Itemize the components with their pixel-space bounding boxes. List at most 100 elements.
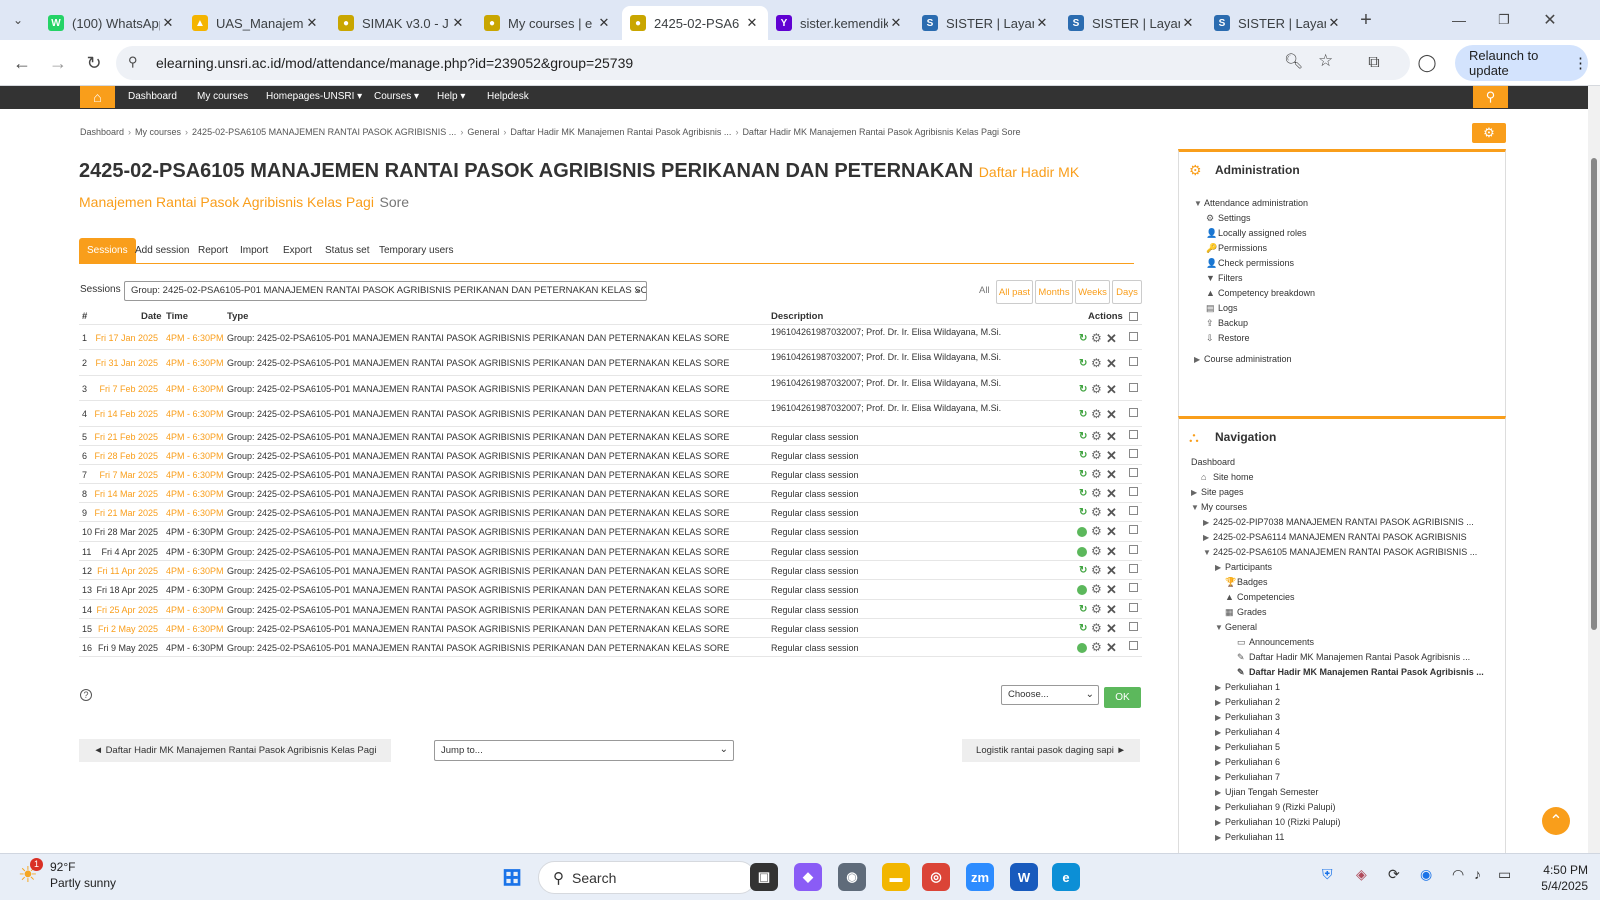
close-tab-icon[interactable]: ✕ xyxy=(1180,15,1196,31)
row-time[interactable]: 4PM - 6:30PM xyxy=(166,489,224,499)
close-tab-icon[interactable]: ✕ xyxy=(888,15,904,31)
nav-item[interactable]: Dashboard xyxy=(1191,457,1235,467)
browser-tab[interactable]: S SISTER | Layan ✕ xyxy=(1060,6,1204,40)
breadcrumb-item[interactable]: Daftar Hadir MK Manajemen Rantai Pasok A… xyxy=(510,127,731,137)
row-time[interactable]: 4PM - 6:30PM xyxy=(166,432,224,442)
camera-icon[interactable]: ◉ xyxy=(838,863,866,891)
delete-session-icon[interactable]: ✕ xyxy=(1106,563,1117,579)
row-time[interactable]: 4PM - 6:30PM xyxy=(166,624,224,634)
security-icon[interactable]: ⛨ xyxy=(1322,866,1333,883)
nav-item[interactable]: ▶ Participants xyxy=(1215,562,1272,572)
change-attendance-icon[interactable]: ↻ xyxy=(1079,507,1087,518)
delete-session-icon[interactable]: ✕ xyxy=(1106,467,1117,483)
row-checkbox[interactable] xyxy=(1129,468,1138,477)
delete-session-icon[interactable]: ✕ xyxy=(1106,448,1117,464)
nav-item[interactable]: ▶ Site pages xyxy=(1191,487,1244,497)
admin-item-locally-assigned-roles[interactable]: 👤Locally assigned roles xyxy=(1206,228,1307,239)
change-attendance-icon[interactable]: ↻ xyxy=(1079,565,1087,576)
change-attendance-icon[interactable]: ↻ xyxy=(1079,409,1087,420)
nav-item[interactable]: ▲ Competencies xyxy=(1215,592,1295,602)
row-checkbox[interactable] xyxy=(1129,641,1138,650)
close-tab-icon[interactable]: ✕ xyxy=(1326,15,1342,31)
nav-helpdesk[interactable]: Helpdesk xyxy=(487,91,529,102)
speaker-icon[interactable]: ♪ xyxy=(1474,866,1481,882)
breadcrumb-item[interactable]: General xyxy=(467,127,499,137)
nav-item[interactable]: ▭ Announcements xyxy=(1227,637,1314,648)
close-tab-icon[interactable]: ✕ xyxy=(1034,15,1050,31)
nav-item[interactable]: ▼ My courses xyxy=(1191,502,1247,512)
tab-search-icon[interactable]: ⌄ xyxy=(4,6,32,34)
taskbar-search[interactable]: ⚲ Search xyxy=(538,861,756,894)
admin-item-filters[interactable]: ▼ Filters xyxy=(1206,273,1243,283)
edit-session-gear-icon[interactable]: ⚙ xyxy=(1091,486,1102,500)
nav-homepages-unsri[interactable]: Homepages-UNSRI ▾ xyxy=(266,91,362,102)
delete-session-icon[interactable]: ✕ xyxy=(1106,621,1117,637)
new-tab-button[interactable]: + xyxy=(1352,6,1380,34)
close-window-button[interactable]: ✕ xyxy=(1536,6,1564,34)
nav-item[interactable]: ▶ Ujian Tengah Semester xyxy=(1215,787,1318,797)
nav-item[interactable]: ▶ Perkuliahan 10 (Rizki Palupi) xyxy=(1215,817,1341,827)
relaunch-button[interactable]: Relaunch to update ⋮ xyxy=(1455,45,1588,81)
zoom-icon[interactable]: 🔍︎ xyxy=(1284,52,1303,70)
tab-temporary-users[interactable]: Temporary users xyxy=(371,238,461,263)
row-time[interactable]: 4PM - 6:30PM xyxy=(166,409,224,419)
admin-item-logs[interactable]: ▤ Logs xyxy=(1206,303,1238,314)
next-activity-link[interactable]: Logistik rantai pasok daging sapi ► xyxy=(962,739,1140,762)
edge-icon[interactable]: e xyxy=(1052,863,1080,891)
row-checkbox[interactable] xyxy=(1129,357,1138,366)
nav-dashboard[interactable]: Dashboard xyxy=(128,91,177,102)
prev-activity-link[interactable]: ◄ Daftar Hadir MK Manajemen Rantai Pasok… xyxy=(79,739,391,762)
row-checkbox[interactable] xyxy=(1129,525,1138,534)
delete-session-icon[interactable]: ✕ xyxy=(1106,582,1117,598)
nav-courses[interactable]: Courses ▾ xyxy=(374,91,419,102)
profile-icon[interactable]: ◯ xyxy=(1413,49,1441,77)
row-time[interactable]: 4PM - 6:30PM xyxy=(166,384,224,394)
admin-item-settings[interactable]: ⚙ Settings xyxy=(1206,213,1251,224)
close-tab-icon[interactable]: ✕ xyxy=(160,15,176,31)
row-checkbox[interactable] xyxy=(1129,545,1138,554)
nav-my-courses[interactable]: My courses xyxy=(197,91,248,102)
edit-session-gear-icon[interactable]: ⚙ xyxy=(1091,563,1102,577)
edit-session-gear-icon[interactable]: ⚙ xyxy=(1091,602,1102,616)
minimize-button[interactable]: — xyxy=(1445,6,1473,34)
change-attendance-icon[interactable]: ↻ xyxy=(1079,623,1087,634)
site-info-icon[interactable]: ⚲ xyxy=(128,54,138,70)
nav-item[interactable]: ▶ Perkuliahan 7 xyxy=(1215,772,1280,782)
row-date[interactable]: Fri 28 Feb 2025 xyxy=(94,451,158,461)
taskbar-clock[interactable]: 4:50 PM 5/4/2025 xyxy=(1533,862,1588,894)
row-time[interactable]: 4PM - 6:30PM xyxy=(166,566,224,576)
take-attendance-icon[interactable] xyxy=(1077,527,1087,537)
select-all-checkbox[interactable] xyxy=(1129,312,1138,321)
nav-item[interactable]: ▶ 2425-02-PSA6114 MANAJEMEN RANTAI PASOK … xyxy=(1203,532,1467,542)
row-date[interactable]: Fri 21 Feb 2025 xyxy=(94,432,158,442)
change-attendance-icon[interactable]: ↻ xyxy=(1079,488,1087,499)
tab-status-set[interactable]: Status set xyxy=(317,238,377,263)
site-search-icon[interactable]: ⚲ xyxy=(1473,86,1508,108)
copilot-icon[interactable]: ◆ xyxy=(794,863,822,891)
change-attendance-icon[interactable]: ↻ xyxy=(1079,604,1087,615)
jump-to-select[interactable]: Jump to... ⌄ xyxy=(434,740,734,761)
take-attendance-icon[interactable] xyxy=(1077,643,1087,653)
admin-item-check-permissions[interactable]: 👤Check permissions xyxy=(1206,258,1294,269)
delete-session-icon[interactable]: ✕ xyxy=(1106,382,1117,398)
file-explorer-icon[interactable]: ▬ xyxy=(882,863,910,891)
sessions-group-select[interactable]: Group: 2425-02-PSA6105-P01 MANAJEMEN RAN… xyxy=(124,281,647,301)
delete-session-icon[interactable]: ✕ xyxy=(1106,429,1117,445)
row-time[interactable]: 4PM - 6:30PM xyxy=(166,605,224,615)
row-checkbox[interactable] xyxy=(1129,487,1138,496)
browser-tab[interactable]: ● SIMAK v3.0 - J ✕ xyxy=(330,6,474,40)
change-attendance-icon[interactable]: ↻ xyxy=(1079,384,1087,395)
browser-tab[interactable]: S SISTER | Layan ✕ xyxy=(914,6,1058,40)
page-scrollbar[interactable] xyxy=(1588,86,1600,853)
more-menu-icon[interactable]: ⋮ xyxy=(1573,54,1588,72)
maximize-button[interactable]: ❐ xyxy=(1490,6,1518,34)
scrollbar-thumb[interactable] xyxy=(1591,158,1597,630)
row-checkbox[interactable] xyxy=(1129,430,1138,439)
edit-session-gear-icon[interactable]: ⚙ xyxy=(1091,544,1102,558)
view-months-button[interactable]: Months xyxy=(1035,280,1073,304)
change-attendance-icon[interactable]: ↻ xyxy=(1079,450,1087,461)
breadcrumb-item[interactable]: Dashboard xyxy=(80,127,124,137)
row-date[interactable]: Fri 21 Mar 2025 xyxy=(94,508,158,518)
row-date[interactable]: Fri 31 Jan 2025 xyxy=(95,358,158,368)
edit-session-gear-icon[interactable]: ⚙ xyxy=(1091,467,1102,481)
